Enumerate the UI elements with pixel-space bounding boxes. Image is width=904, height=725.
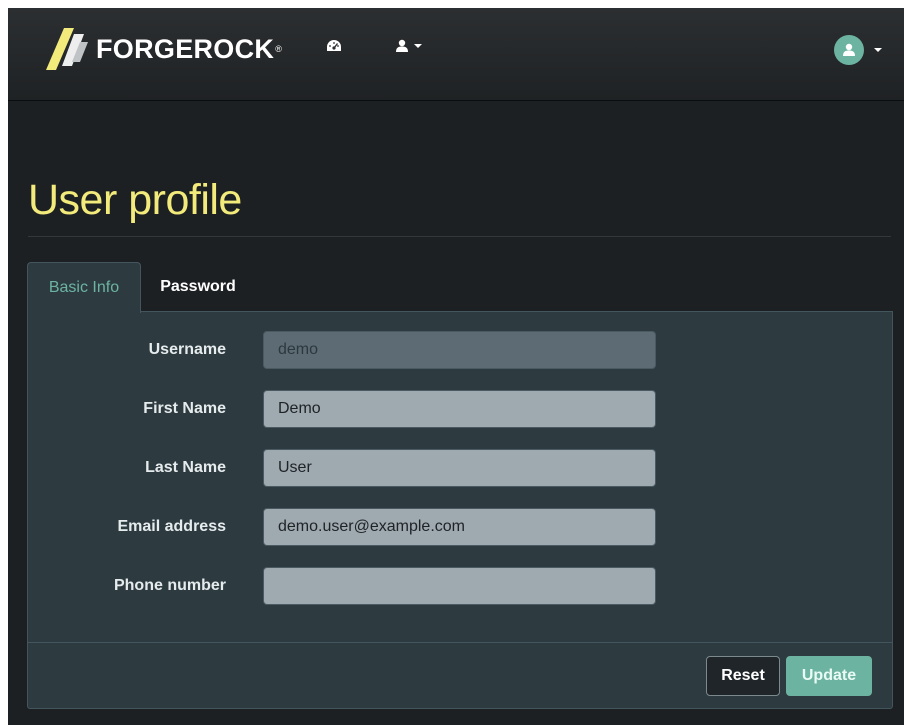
chevron-down-icon	[874, 48, 882, 52]
tab-password[interactable]: Password	[148, 262, 248, 312]
user-menu-dropdown[interactable]	[396, 39, 422, 53]
last-name-label: Last Name	[145, 459, 226, 476]
phone-field[interactable]	[263, 567, 656, 605]
forgerock-logo-icon	[46, 28, 88, 70]
brand-logo[interactable]: FORGEROCK ®	[44, 26, 282, 72]
username-label: Username	[148, 341, 226, 358]
last-name-field[interactable]	[263, 449, 656, 487]
app-frame: FORGEROCK ® User profile Basic Info Pass…	[8, 8, 904, 725]
avatar	[834, 35, 864, 65]
form-row-last-name: Last Name	[28, 449, 892, 487]
account-menu-dropdown[interactable]	[834, 35, 882, 65]
email-field[interactable]	[263, 508, 656, 546]
avatar-icon	[843, 43, 855, 56]
user-icon	[396, 39, 408, 52]
first-name-field[interactable]	[263, 390, 656, 428]
form-row-username: Username	[28, 331, 892, 369]
basic-info-panel: Username First Name Last Name Email addr…	[27, 311, 893, 709]
first-name-label: First Name	[143, 400, 226, 417]
form-row-phone: Phone number	[28, 567, 892, 605]
username-field[interactable]	[263, 331, 656, 369]
page-title: User profile	[28, 176, 242, 224]
chevron-down-icon	[414, 44, 422, 48]
form-row-email: Email address	[28, 508, 892, 546]
dashboard-icon	[327, 40, 341, 51]
phone-label: Phone number	[113, 577, 226, 594]
top-navbar: FORGEROCK ®	[8, 8, 904, 101]
update-button[interactable]: Update	[786, 656, 872, 696]
brand-name: FORGEROCK	[96, 33, 275, 64]
dashboard-nav-button[interactable]	[326, 39, 342, 53]
tab-basic-info[interactable]: Basic Info	[27, 262, 141, 313]
title-divider	[28, 236, 891, 237]
form-row-first-name: First Name	[28, 390, 892, 428]
reset-button[interactable]: Reset	[706, 656, 780, 696]
email-label: Email address	[117, 518, 227, 535]
brand-trademark: ®	[275, 44, 282, 54]
panel-footer: Reset Update	[28, 642, 892, 708]
